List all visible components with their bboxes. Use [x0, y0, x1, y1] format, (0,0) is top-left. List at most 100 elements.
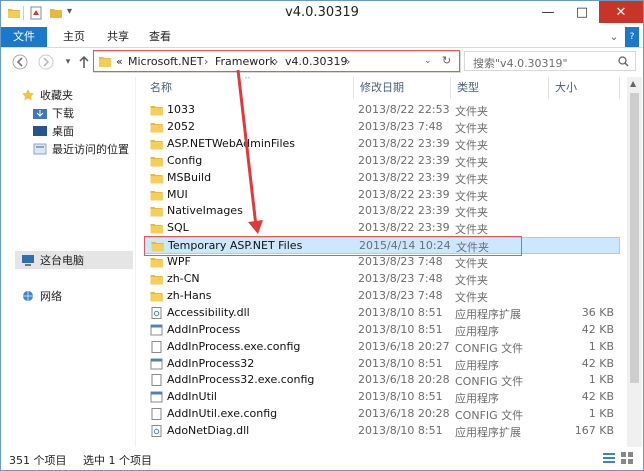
file-row[interactable]: Accessibility.dll 2013/8/10 8:51 应用程序扩展 36 …	[144, 305, 620, 322]
exe-file-icon	[150, 358, 163, 369]
desktop-icon	[33, 126, 47, 136]
file-date: 2013/8/22 23:39	[358, 204, 450, 218]
search-input[interactable]: 搜索"v4.0.30319"	[464, 51, 636, 71]
file-name: MUI	[167, 187, 188, 201]
file-date: 2013/8/23 7:48	[358, 272, 443, 285]
folder-icon	[150, 224, 163, 234]
back-button[interactable]	[11, 53, 29, 71]
file-row[interactable]: 1033 2013/8/22 22:53 文件夹	[144, 102, 620, 119]
folder-icon	[150, 122, 163, 133]
file-name: AddInProcess	[167, 322, 241, 336]
exe-file-icon	[150, 391, 163, 403]
download-icon	[33, 109, 47, 119]
folder-icon	[150, 258, 163, 268]
column-header-date[interactable]: 修改日期	[354, 77, 451, 99]
star-icon	[22, 89, 34, 101]
file-date: 2013/8/22 23:39	[358, 153, 450, 167]
file-row[interactable]: MUI 2013/8/22 23:39 文件夹	[144, 187, 620, 204]
config-file-icon	[151, 408, 162, 421]
file-row[interactable]: AddInProcess32 2013/8/10 8:51 应用程序 42 KB	[144, 356, 620, 373]
file-name: zh-CN	[167, 272, 200, 285]
help-icon[interactable]: ?	[625, 27, 639, 47]
file-row[interactable]: AdoNetDiag.dll 2013/8/10 8:51 应用程序扩展 167 KB	[144, 423, 620, 440]
exe-file-icon	[150, 324, 163, 336]
file-row[interactable]: AddInUtil 2013/8/10 8:51 应用程序 42 KB	[144, 389, 620, 406]
forward-button[interactable]	[37, 53, 55, 71]
status-bar: 351 个项目 选中 1 个项目	[1, 447, 643, 470]
up-button[interactable]	[75, 53, 93, 71]
file-row[interactable]: MSBuild 2013/8/22 23:39 文件夹	[144, 170, 620, 187]
file-row[interactable]: zh-CN 2013/8/23 7:48 文件夹	[144, 271, 620, 288]
file-type: CONFIG 文件	[455, 409, 524, 423]
file-row[interactable]: AddInProcess32.exe.config 2013/6/18 20:28…	[144, 372, 620, 389]
file-row[interactable]: AddInUtil.exe.config 2013/6/18 20:28 CONFI…	[144, 406, 620, 423]
scroll-up-icon[interactable]: ▲	[630, 79, 636, 88]
sidebar-item-recent[interactable]: 最近访问的位置	[33, 141, 129, 157]
ribbon-expand-icon[interactable]: ⌄	[607, 27, 621, 47]
file-date: 2013/8/10 8:51	[358, 356, 443, 370]
file-size: 42 KB	[581, 390, 614, 404]
folder-icon	[150, 207, 163, 217]
file-date: 2013/6/18 20:28	[358, 407, 450, 421]
details-view-icon[interactable]	[603, 452, 615, 464]
sidebar-item-downloads[interactable]: 下载	[33, 105, 74, 121]
tab-file[interactable]: 文件	[1, 27, 47, 47]
vertical-scrollbar[interactable]: ▲	[627, 77, 642, 447]
network-icon	[23, 291, 33, 301]
tab-view[interactable]: 查看	[143, 27, 177, 47]
maximize-button[interactable]: □	[565, 1, 599, 23]
file-name: AddInProcess.exe.config	[167, 339, 301, 353]
file-size: 36 KB	[581, 305, 614, 319]
file-date: 2013/8/10 8:51	[358, 390, 443, 404]
file-name: AdoNetDiag.dll	[167, 424, 250, 438]
file-type: 文件夹	[455, 274, 488, 287]
file-row[interactable]: zh-Hans 2013/8/23 7:48 文件夹	[144, 288, 620, 305]
file-row[interactable]: AddInProcess.exe.config 2013/6/18 20:27 CO…	[144, 339, 620, 356]
file-name: MSBuild	[167, 170, 212, 184]
file-type: 应用程序扩展	[455, 307, 521, 321]
file-type: 应用程序	[455, 358, 499, 372]
file-date: 2013/8/23 7:48	[358, 119, 443, 133]
back-arrow-icon	[12, 54, 28, 70]
file-name: 2052	[167, 119, 195, 133]
tab-share[interactable]: 共享	[101, 27, 135, 47]
tab-home[interactable]: 主页	[57, 27, 91, 47]
file-name: Accessibility.dll	[167, 305, 250, 319]
file-type: CONFIG 文件	[455, 375, 524, 389]
file-row[interactable]: Config 2013/8/22 23:39 文件夹	[144, 153, 620, 170]
sidebar-item-desktop[interactable]: 桌面	[33, 123, 74, 139]
selected-row-highlight-box	[144, 236, 522, 256]
scroll-thumb[interactable]	[630, 93, 639, 383]
computer-icon	[22, 255, 34, 266]
sidebar-item-network[interactable]: 网络	[21, 288, 62, 304]
file-row[interactable]: AddInProcess 2013/8/10 8:51 应用程序 42 KB	[144, 322, 620, 339]
selection-count: 选中 1 个项目	[83, 454, 152, 467]
sidebar-item-label: 网络	[40, 290, 62, 303]
file-type: 文件夹	[455, 138, 488, 152]
config-file-icon	[151, 374, 162, 387]
file-row[interactable]: ASP.NETWebAdminFiles 2013/8/22 23:39 文件夹	[144, 136, 620, 153]
close-button[interactable]: ✕	[599, 1, 643, 23]
folder-icon	[150, 156, 163, 167]
column-header-type[interactable]: 类型	[451, 77, 549, 99]
sidebar-item-this-pc[interactable]: 这台电脑	[21, 252, 84, 268]
file-date: 2013/6/18 20:28	[358, 373, 450, 387]
ribbon-tabs: 文件 主页 共享 查看 ⌄ ?	[1, 27, 643, 48]
large-icons-view-icon[interactable]	[621, 452, 633, 464]
file-row[interactable]: 2052 2013/8/23 7:48 文件夹	[144, 119, 620, 136]
config-file-icon	[151, 340, 162, 353]
folder-icon	[150, 190, 163, 200]
file-row[interactable]: WPF 2013/8/23 7:48 文件夹	[144, 254, 620, 271]
sidebar-item-label: 这台电脑	[40, 254, 84, 267]
file-name: 1033	[167, 103, 195, 116]
column-header-size[interactable]: 大小	[549, 77, 620, 99]
file-row[interactable]: SQL 2013/8/22 23:39 文件夹	[144, 220, 620, 237]
file-name: NativeImages	[167, 204, 243, 218]
sidebar-item-favorites[interactable]: 收藏夹	[21, 87, 73, 103]
file-name: ASP.NETWebAdminFiles	[167, 136, 295, 150]
file-name: AddInProcess32.exe.config	[167, 373, 315, 387]
file-row[interactable]: NativeImages 2013/8/22 23:39 文件夹	[144, 203, 620, 220]
file-name: Config	[167, 153, 203, 167]
navigation-bar: ▾ « Microsoft.NET › Framework › v4.0.303…	[1, 48, 643, 76]
minimize-button[interactable]: —	[531, 1, 565, 23]
